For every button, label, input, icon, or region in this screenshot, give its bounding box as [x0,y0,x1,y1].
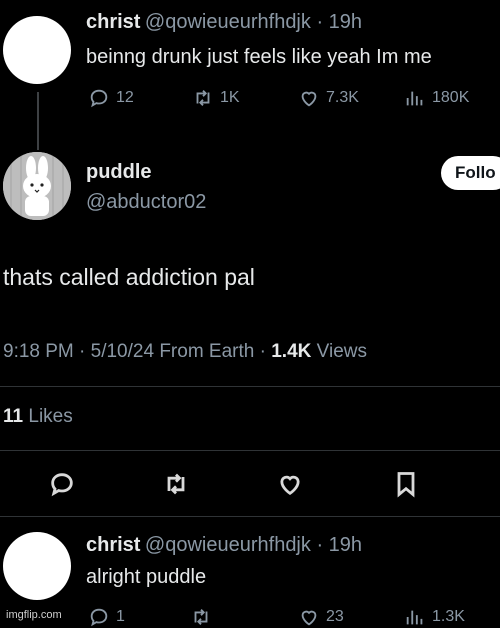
parent-tweet-header: christ @qowieueurhfhdjk · 19h [86,11,363,33]
views-label: Views [311,341,367,362]
author-name[interactable]: christ [86,11,140,33]
likes-count: 11 [3,406,24,427]
heart-icon [280,475,300,495]
avatar[interactable] [3,532,71,600]
author-handle[interactable]: @qowieueurhfhdjk [145,534,311,556]
analytics-icon [406,91,423,106]
reply-button[interactable] [48,470,76,503]
author-handle[interactable]: @qowieueurhfhdjk [145,11,311,33]
reply-icon [51,473,73,497]
thread-connector-line [37,92,39,150]
reply-icon [90,89,108,108]
divider [0,386,500,387]
reply-tweet-header: christ @qowieueurhfhdjk · 19h [86,534,363,556]
views-count: 1.3K [432,608,465,625]
reply-count: 12 [116,89,134,106]
author-name[interactable]: christ [86,534,140,556]
heart-icon [301,91,317,107]
author-handle[interactable]: @abductor02 [86,191,206,214]
views-count: 180K [432,89,470,106]
tweet-meta: 9:18 PM · 5/10/24 From Earth · 1.4K View… [3,341,367,363]
like-button[interactable]: 7.3K [298,87,359,109]
tweet-text: alright puddle [86,566,207,588]
like-count: 23 [326,608,344,625]
tweet-text: thats called addiction pal [3,264,255,290]
bookmark-button[interactable] [392,470,420,503]
retweet-icon [196,90,210,106]
author-name[interactable]: puddle [86,161,152,184]
divider [0,516,500,517]
views-button[interactable]: 180K [404,87,469,109]
tweet-text: beinng drunk just feels like yeah Im me [86,46,432,68]
timestamp[interactable]: 19h [329,534,362,556]
like-count: 7.3K [326,89,359,106]
watermark: imgflip.com [4,609,64,621]
divider [0,450,500,451]
retweet-count: 1K [220,89,240,106]
retweet-button[interactable] [162,470,190,503]
reply-button[interactable]: 12 [88,87,134,109]
avatar[interactable] [3,16,71,84]
retweet-icon [167,473,185,495]
retweet-button[interactable]: 1K [192,87,240,109]
miffy-avatar-icon [3,152,71,220]
follow-button[interactable]: Follo [441,156,500,190]
likes-label: Likes [23,406,73,427]
timestamp[interactable]: 19h [329,11,362,33]
avatar[interactable] [3,152,71,220]
bookmark-icon [397,472,415,498]
timestamp-and-source[interactable]: 9:18 PM · 5/10/24 From Earth · [3,341,271,362]
likes-summary[interactable]: 11 Likes [3,406,73,428]
like-button[interactable] [276,470,304,503]
reply-count: 1 [116,608,125,625]
views-count: 1.4K [271,341,312,362]
